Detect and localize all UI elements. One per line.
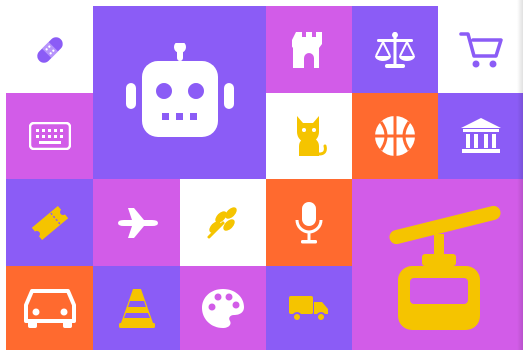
tile-bank — [438, 93, 523, 179]
tile-car — [6, 266, 93, 350]
traffic-cone-icon — [118, 289, 155, 328]
tile-microphone — [266, 179, 352, 266]
edge-shadow — [517, 0, 523, 350]
tile-basketball — [352, 93, 438, 179]
wheat-icon — [207, 206, 237, 238]
car-icon — [23, 289, 76, 328]
tile-cat — [266, 93, 352, 179]
tile-truck — [266, 266, 352, 350]
truck-icon — [289, 296, 328, 322]
tile-scales — [352, 6, 438, 93]
bandage-icon — [36, 36, 63, 63]
tile-cable-car — [352, 179, 523, 350]
cat-icon — [297, 116, 327, 156]
tile-cart — [438, 6, 523, 93]
airplane-icon — [117, 207, 158, 238]
tile-wheat — [180, 179, 266, 266]
tile-ticket — [6, 179, 93, 266]
tile-castle — [266, 6, 352, 93]
microphone-icon — [295, 201, 323, 243]
tile-bandage — [6, 6, 93, 93]
basketball-icon — [375, 116, 415, 156]
castle-tower-icon — [292, 31, 322, 68]
icon-mosaic — [0, 0, 523, 350]
robot-icon — [125, 42, 234, 137]
cable-car-icon — [388, 205, 501, 330]
scales-icon — [375, 31, 415, 68]
palette-icon — [202, 289, 244, 328]
tile-palette — [180, 266, 266, 350]
bank-icon — [460, 118, 501, 153]
ticket-icon — [31, 205, 68, 240]
tile-traffic-cone — [93, 266, 180, 350]
keyboard-icon — [28, 122, 71, 150]
shopping-cart-icon — [458, 31, 503, 67]
tile-robot — [93, 6, 266, 179]
tile-keyboard — [6, 93, 93, 179]
tile-airplane — [93, 179, 180, 266]
